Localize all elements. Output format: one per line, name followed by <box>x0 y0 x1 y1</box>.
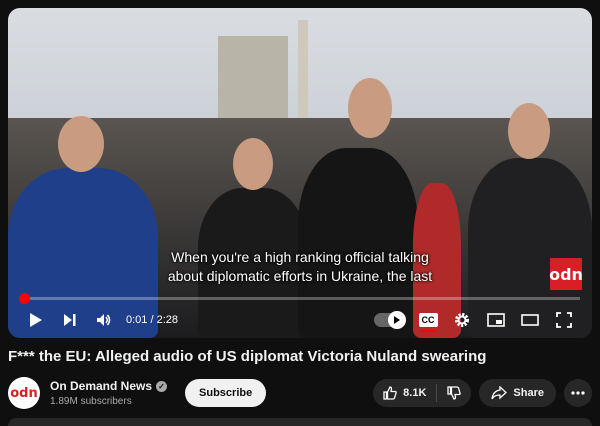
channel-watermark: odn <box>549 258 583 290</box>
description-panel-edge[interactable] <box>8 418 592 426</box>
video-title: F*** the EU: Alleged audio of US diploma… <box>8 348 487 365</box>
channel-name[interactable]: On Demand News <box>50 379 152 393</box>
volume-icon <box>97 314 111 326</box>
like-dislike-group: 8.1K <box>373 379 472 407</box>
player-controls: 0:01 / 2:28 CC <box>8 306 592 334</box>
time-total: 2:28 <box>156 314 179 326</box>
miniplayer-button[interactable] <box>482 306 510 334</box>
channel-avatar[interactable]: odn <box>8 377 40 409</box>
background-building <box>218 36 288 126</box>
caption-line: When you're a high ranking official talk… <box>171 249 429 265</box>
thumbs-up-icon <box>383 386 397 400</box>
progress-bar[interactable] <box>18 293 580 304</box>
settings-button[interactable] <box>448 306 476 334</box>
like-button[interactable]: 8.1K <box>373 384 438 402</box>
channel-info: On Demand News ✓ 1.89M subscribers <box>50 379 168 407</box>
watch-page: When you're a high ranking official talk… <box>0 0 600 426</box>
subscribe-button[interactable]: Subscribe <box>185 379 267 407</box>
play-button[interactable] <box>22 306 50 334</box>
autoplay-toggle-icon <box>388 311 406 329</box>
video-frame[interactable] <box>8 8 592 338</box>
verified-icon: ✓ <box>156 380 168 392</box>
channel-name-wrap: On Demand News ✓ <box>50 379 168 393</box>
gear-icon <box>455 313 469 327</box>
like-count: 8.1K <box>403 387 427 399</box>
volume-button[interactable] <box>90 306 118 334</box>
dislike-button[interactable] <box>437 386 471 400</box>
fullscreen-icon <box>556 312 572 328</box>
share-icon <box>491 386 508 400</box>
next-icon <box>64 314 76 326</box>
theater-icon <box>521 314 539 326</box>
caption-line: about diplomatic efforts in Ukraine, the… <box>167 268 433 284</box>
channel-row: odn On Demand News ✓ 1.89M subscribers S… <box>8 376 592 410</box>
person-figure <box>508 103 550 159</box>
progress-scrubber[interactable] <box>18 293 30 304</box>
person-figure <box>348 78 392 138</box>
play-icon <box>30 313 42 327</box>
share-button[interactable]: Share <box>479 379 556 407</box>
time-current: 0:01 <box>126 314 148 326</box>
miniplayer-icon <box>487 313 505 327</box>
next-button[interactable] <box>56 306 84 334</box>
theater-button[interactable] <box>516 306 544 334</box>
thumbs-down-icon <box>447 386 462 400</box>
person-figure <box>58 116 104 172</box>
video-caption: When you're a high ranking official talk… <box>8 248 592 286</box>
time-separator: / <box>147 314 157 326</box>
background-tower <box>298 20 308 120</box>
more-actions-button[interactable] <box>564 379 592 407</box>
captions-icon: CC <box>418 313 438 332</box>
captions-button[interactable]: CC <box>414 306 442 334</box>
video-player[interactable]: When you're a high ranking official talk… <box>8 8 592 338</box>
autoplay-toggle[interactable] <box>374 311 406 329</box>
time-display: 0:01 / 2:28 <box>126 314 178 326</box>
fullscreen-button[interactable] <box>550 306 578 334</box>
share-label: Share <box>513 387 544 399</box>
person-figure <box>233 138 273 190</box>
subscriber-count: 1.89M subscribers <box>50 396 132 407</box>
more-horizontal-icon <box>571 391 585 395</box>
